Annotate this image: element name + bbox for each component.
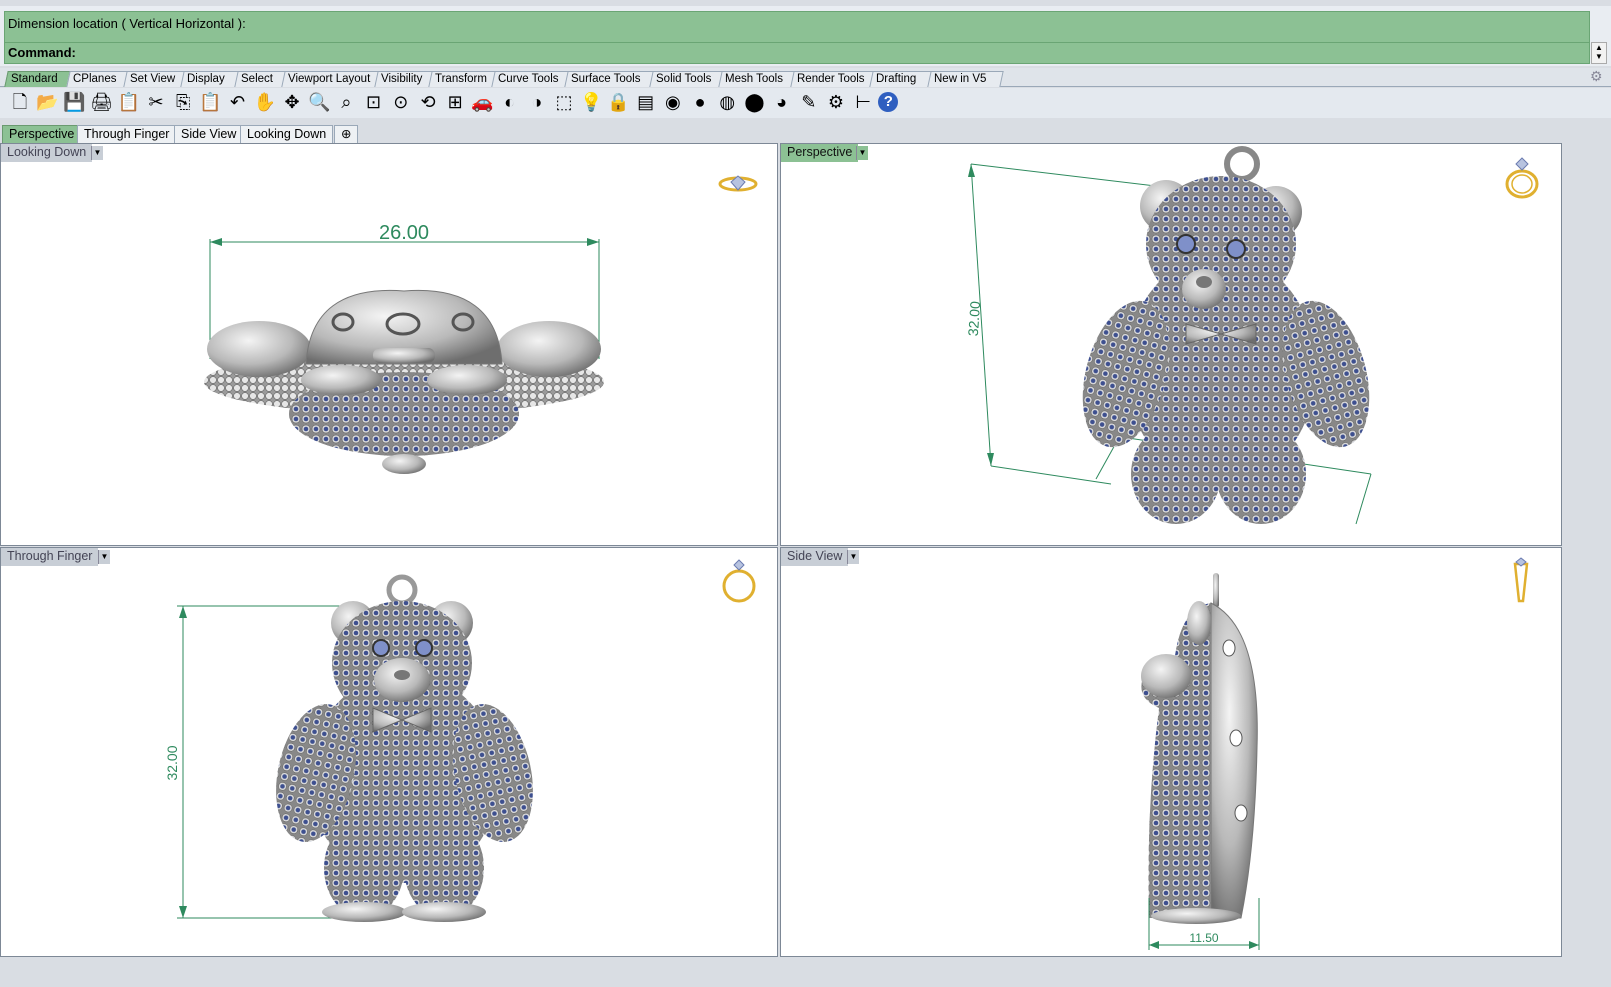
standard-toolbar: 🗋 📂 💾 🖨 📋 ✂ ⎘ 📋 ↶ ✋ ✥ 🔍 ⌕ ⊡ ⊙ ⟲ ⊞ 🚗 ◐ ◑ ⬚ 💡 🔒 ▤ ◉ ● ◍ ⬤ ◕ ✎ ⚙ ⊢? [0,88,1611,118]
through-finger-scene: 32.00 [164,574,533,922]
perspective-scene: 32.00 [965,146,1372,525]
toolbar-tab-viewport-layout[interactable]: Viewport Layout [281,71,384,87]
viewport-tab-perspective[interactable]: Perspective [2,125,82,144]
four-viewports-icon[interactable]: ⊞ [443,90,467,114]
toolbar-tab-label: Curve Tools [498,73,559,85]
toolbar-tab-bar: Standard CPlanes Set View Display Select View… [0,68,1611,87]
ring-top-view-icon [718,175,758,192]
open-file-icon[interactable]: 📂 [35,90,59,114]
viewport-tab-bar: Perspective Through Finger Side View Lookin… [0,121,1611,144]
toolbar-tab-label: Transform [435,73,487,85]
save-icon[interactable]: 💾 [62,90,86,114]
zoom-selected-icon[interactable]: ⊙ [389,90,413,114]
settings-icon[interactable]: ⚙ [824,90,848,114]
toolbar-tab-label: Solid Tools [656,73,712,85]
toolbar-tab-display[interactable]: Display [180,71,241,87]
dimension-label: 32.00 [965,300,983,336]
toolbar-tab-solid-tools[interactable]: Solid Tools [649,71,729,87]
toolbar-tab-label: Visibility [381,73,423,85]
zoom-icon[interactable]: 🔍 [307,90,331,114]
viewport-looking-down[interactable]: Looking Down ▼ 26.00 [0,143,778,546]
toolbar-tab-label: Drafting [876,73,917,85]
command-area: Dimension location ( Vertical Horizontal… [0,6,1611,66]
undo-icon[interactable]: ↶ [226,90,250,114]
light-icon[interactable]: 💡 [579,90,603,114]
cut-icon[interactable]: ✂ [144,90,168,114]
snap-icon[interactable]: ⊢ [851,90,875,114]
layer-icon[interactable]: ▤ [634,90,658,114]
ring-front-view-icon [722,559,756,603]
toolbar-tab-label: Surface Tools [571,73,641,85]
toolbar-tab-label: Display [187,73,225,85]
toolbar-tab-label: New in V5 [934,73,987,85]
ring-side-view-icon [1513,557,1529,603]
toolbar-tab-mesh-tools[interactable]: Mesh Tools [718,71,801,87]
toolbar-tab-transform[interactable]: Transform [428,71,501,87]
ring-perspective-icon [1505,157,1539,199]
toolbar-tab-label: Select [241,73,273,85]
copy-icon[interactable]: ⎘ [171,90,195,114]
toolbar-tab-label: CPlanes [73,73,117,85]
toolbar-tab-label: Render Tools [797,73,865,85]
new-file-icon[interactable]: 🗋 [8,90,32,114]
car-icon[interactable]: 🚗 [470,90,494,114]
toolbar-tab-surface-tools[interactable]: Surface Tools [564,71,660,87]
rotate-view-icon[interactable]: ⟲ [416,90,440,114]
render-preview-icon[interactable]: ◍ [715,90,739,114]
dimension-label: 11.50 [1189,931,1218,945]
toolbar-tab-curve-tools[interactable]: Curve Tools [491,71,575,87]
show-icon[interactable]: ◑ [525,90,549,114]
add-viewport-tab-icon[interactable]: ⊕ [334,125,359,144]
dimension-label: 26.00 [379,222,429,244]
move-view-icon[interactable]: ✥ [280,90,304,114]
toolbar-tab-select[interactable]: Select [234,71,288,87]
zoom-extents-icon[interactable]: ⊡ [362,90,386,114]
viewport-tab-looking-down[interactable]: Looking Down [240,125,334,144]
highlight-icon[interactable]: ✎ [797,90,821,114]
copy-to-clipboard-icon[interactable]: 📋 [117,90,141,114]
select-icon[interactable]: ⬚ [552,90,576,114]
toolbar-tab-render-tools[interactable]: Render Tools [790,71,878,87]
toolbar-tab-label: Standard [11,73,58,85]
print-icon[interactable]: 🖨 [90,90,114,114]
viewport-tab-through-finger[interactable]: Through Finger [77,125,177,144]
paste-icon[interactable]: 📋 [198,90,222,114]
dimension-label: 32.00 [164,745,180,780]
shade-icon[interactable]: ● [688,90,712,114]
viewport-through-finger[interactable]: Through Finger ▼ 32.00 [0,547,778,957]
viewport-tab-side-view[interactable]: Side View [174,125,244,144]
render-sphere-icon[interactable]: ◕ [770,90,794,114]
help-icon[interactable]: ? [878,92,899,112]
hide-icon[interactable]: ◐ [498,90,522,114]
side-view-scene: 11.50 [1141,573,1260,950]
pan-icon[interactable]: ✋ [253,90,277,114]
looking-down-scene: 26.00 [204,222,604,474]
render-icon[interactable]: ⬤ [742,90,766,114]
viewport-side-view[interactable]: Side View ▼ 11.50 [780,547,1562,957]
toolbar-settings-gear-icon[interactable]: ⚙ [1590,68,1606,84]
lock-icon[interactable]: 🔒 [606,90,630,114]
viewport-perspective[interactable]: Perspective ▼ 32.00 [780,143,1562,546]
toolbar-tab-label: Mesh Tools [725,73,783,85]
toolbar-tab-label: Viewport Layout [288,73,371,85]
toolbar-tab-new-in-v5[interactable]: New in V5 [927,71,1004,87]
toolbar-tab-label: Set View [130,73,176,85]
command-prompt[interactable]: Command: [4,42,1590,64]
zoom-window-icon[interactable]: ⌕ [334,90,358,114]
command-scrollbar[interactable]: ▲ ▼ [1591,42,1607,64]
color-wheel-icon[interactable]: ◉ [661,90,685,114]
